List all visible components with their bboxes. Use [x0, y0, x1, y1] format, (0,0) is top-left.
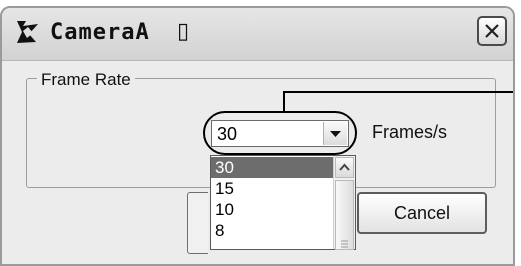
dropdown-option[interactable]: 10: [211, 199, 333, 220]
frame-rate-dropdown-list[interactable]: 30 15 10 8: [210, 155, 356, 250]
close-icon: [485, 24, 499, 38]
camera-app-icon: [17, 21, 38, 43]
dropdown-option[interactable]: 15: [211, 178, 333, 199]
callout-line: [283, 91, 513, 112]
dropdown-option[interactable]: 30: [211, 157, 333, 178]
window-title: CameraA: [50, 20, 150, 45]
title-glyph: ▯: [177, 18, 190, 43]
close-button[interactable]: [477, 16, 507, 46]
scroll-up-arrow-icon: [339, 163, 350, 171]
title-bar[interactable]: CameraA ▯: [2, 8, 513, 61]
frame-rate-group-label: Frame Rate: [37, 70, 135, 90]
cancel-button[interactable]: Cancel: [357, 192, 487, 234]
ok-button[interactable]: [187, 192, 208, 254]
scroll-up-button[interactable]: [335, 157, 354, 178]
scroll-grip-icon: [341, 240, 348, 248]
frames-unit-label: Frames/s: [372, 122, 448, 142]
dropdown-scrollbar[interactable]: [333, 156, 355, 250]
dropdown-option[interactable]: 8: [211, 220, 333, 241]
scroll-thumb[interactable]: [335, 180, 354, 250]
highlight-ellipse: [203, 111, 357, 155]
